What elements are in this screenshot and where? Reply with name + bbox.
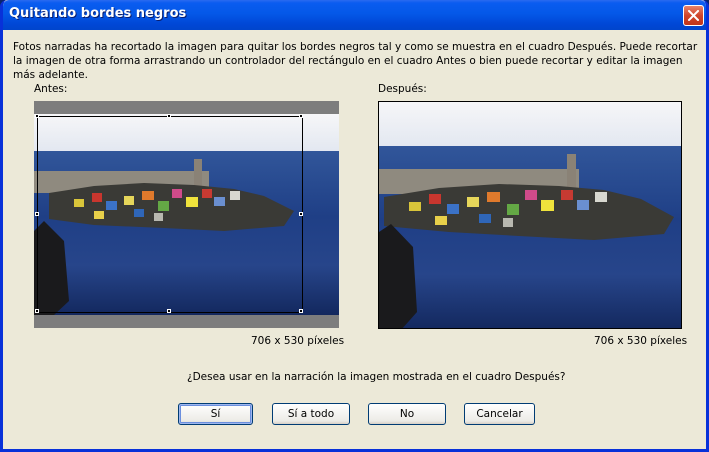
crop-rectangle[interactable] [37, 116, 303, 313]
title-bar[interactable]: Quitando bordes negros [3, 0, 706, 30]
crop-handle[interactable] [167, 114, 171, 118]
after-image [378, 101, 682, 329]
crop-handle[interactable] [167, 309, 171, 313]
window-title: Quitando bordes negros [9, 6, 187, 21]
before-label: Antes: [34, 83, 68, 95]
no-button[interactable]: No [368, 403, 446, 425]
before-size-label: 706 x 530 píxeles [251, 335, 345, 347]
dialog-content: Fotos narradas ha recortado la imagen pa… [3, 30, 706, 449]
question-text: ¿Desea usar en la narración la imagen mo… [187, 371, 566, 383]
crop-handle[interactable] [299, 114, 303, 118]
dialog-window: Quitando bordes negros Fotos narradas ha… [0, 0, 709, 452]
crop-handle[interactable] [35, 114, 39, 118]
crop-handle[interactable] [299, 212, 303, 216]
before-image[interactable] [34, 101, 339, 328]
after-photo-scene [379, 154, 674, 328]
yes-to-all-button[interactable]: Sí a todo [272, 403, 350, 425]
crop-handle[interactable] [35, 309, 39, 313]
crop-handle[interactable] [299, 309, 303, 313]
close-icon [688, 10, 699, 21]
yes-button[interactable]: Sí [178, 403, 253, 425]
after-label: Después: [378, 83, 427, 95]
description-text: Fotos narradas ha recortado la imagen pa… [13, 41, 698, 81]
after-size-label: 706 x 530 píxeles [594, 335, 688, 347]
crop-handle[interactable] [35, 212, 39, 216]
close-button[interactable] [683, 5, 704, 26]
cancel-button[interactable]: Cancelar [464, 403, 535, 425]
